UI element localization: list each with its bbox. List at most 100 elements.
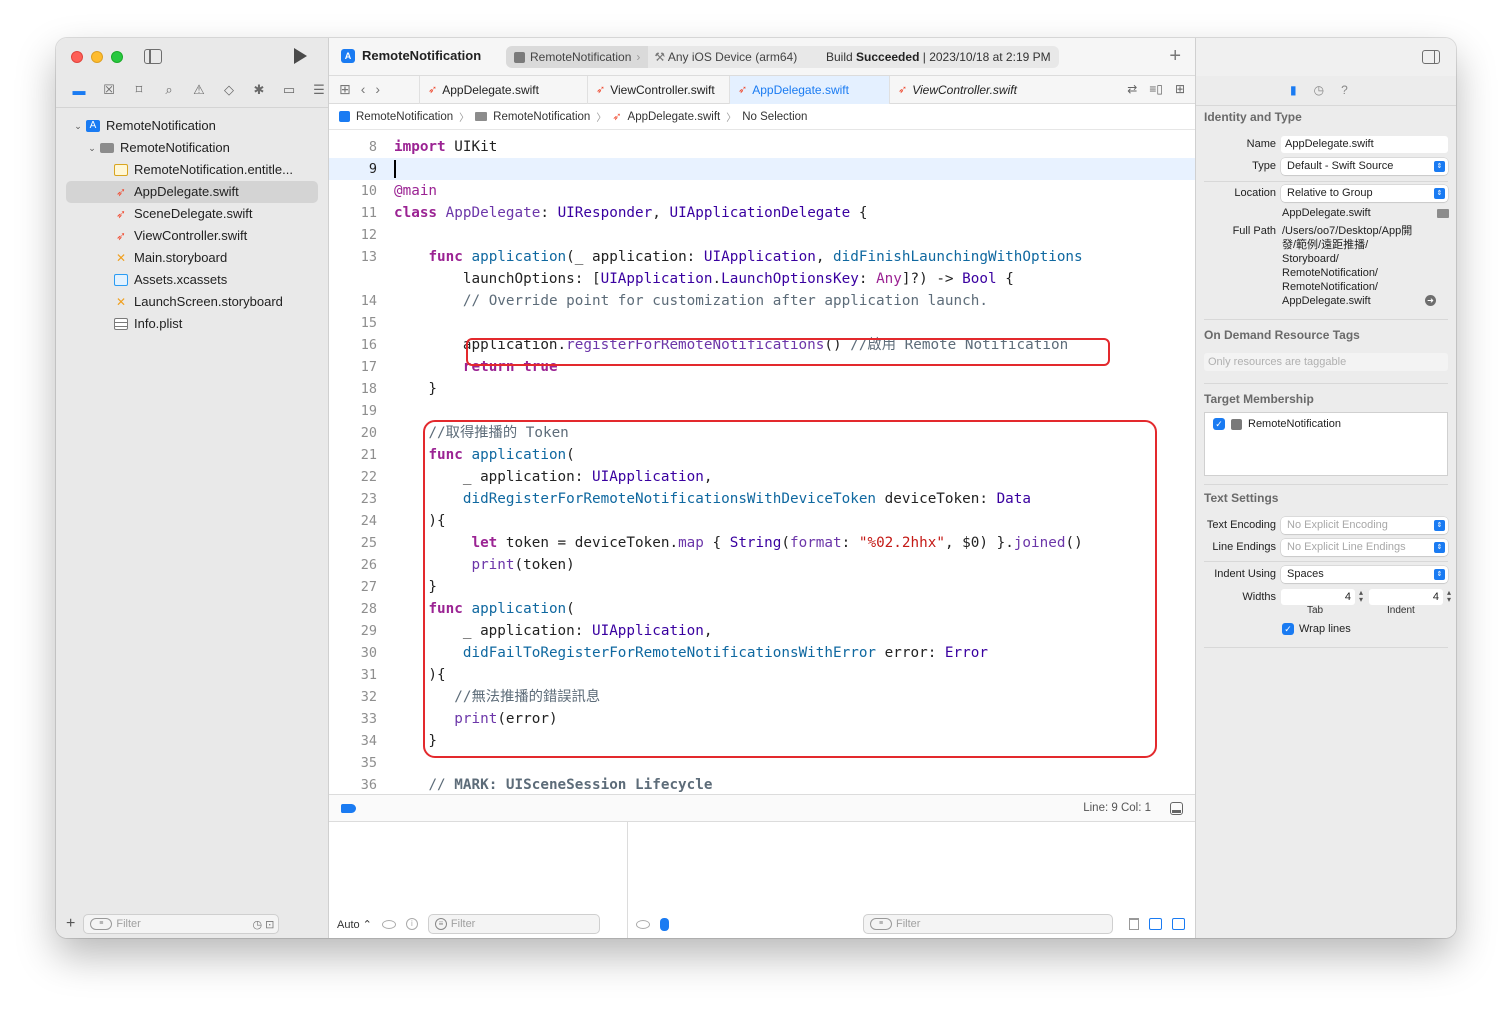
file-tree-item[interactable]: ✕ LaunchScreen.storyboard bbox=[66, 291, 318, 313]
code-line[interactable]: 13 func application(_ application: UIApp… bbox=[329, 246, 1195, 268]
indent-using-popup[interactable]: Spaces ⇕ bbox=[1281, 566, 1448, 583]
folder-icon[interactable] bbox=[1437, 209, 1449, 218]
history-clock-icon[interactable]: ◷ bbox=[1314, 83, 1324, 97]
code-line[interactable]: 11 class AppDelegate: UIResponder, UIAppl… bbox=[329, 202, 1195, 224]
code-line[interactable]: launchOptions: [UIApplication.LaunchOpti… bbox=[329, 268, 1195, 290]
project-navigator-folder-icon[interactable]: ▬ bbox=[64, 80, 94, 100]
file-tree-item[interactable]: ⌄ A RemoteNotification bbox=[66, 115, 318, 137]
file-tree-item[interactable]: ⌄ RemoteNotification bbox=[66, 137, 318, 159]
show-variables-pane-icon[interactable] bbox=[1149, 918, 1162, 930]
editor-options-icon[interactable]: ≡▯ bbox=[1149, 82, 1163, 96]
editor-tab[interactable]: ➶ AppDelegate.swift bbox=[729, 76, 889, 104]
source-control-icon[interactable]: ☒ bbox=[94, 80, 124, 100]
line-endings-popup[interactable]: No Explicit Line Endings ⇕ bbox=[1281, 539, 1448, 556]
toggle-debug-area-icon[interactable] bbox=[1170, 802, 1183, 815]
run-icon[interactable] bbox=[294, 48, 307, 64]
file-inspector-doc-icon[interactable]: ▮ bbox=[1290, 83, 1297, 97]
find-icon[interactable]: ⌕ bbox=[154, 80, 184, 100]
checkbox-checked-icon[interactable]: ✓ bbox=[1213, 418, 1225, 430]
jumpbar-file[interactable]: AppDelegate.swift bbox=[628, 111, 721, 123]
refresh-arrows-icon[interactable]: ⇄ bbox=[1127, 82, 1137, 96]
file-tree-item[interactable]: Assets.xcassets bbox=[66, 269, 318, 291]
file-tree-item[interactable]: ✕ Main.storyboard bbox=[66, 247, 318, 269]
editor-tab[interactable]: ➶ ViewController.swift bbox=[587, 76, 729, 104]
file-tree-item[interactable]: ➶ ViewController.swift bbox=[66, 225, 318, 247]
breakpoints-toggle-icon[interactable] bbox=[341, 804, 356, 813]
odr-tags-field[interactable]: Only resources are taggable bbox=[1204, 353, 1448, 371]
swift-file-icon: ➶ bbox=[612, 111, 622, 123]
code-line[interactable]: 36 // MARK: UISceneSession Lifecycle bbox=[329, 774, 1195, 794]
jumpbar-project[interactable]: RemoteNotification bbox=[356, 111, 453, 123]
close-window-button[interactable] bbox=[71, 51, 83, 63]
related-items-grid-icon[interactable]: ⊞ bbox=[339, 81, 351, 98]
full-path-line: AppDelegate.swift bbox=[1282, 295, 1371, 307]
toggle-inspector-icon[interactable] bbox=[1422, 50, 1440, 64]
jumpbar-selection[interactable]: No Selection bbox=[742, 111, 807, 123]
wrap-lines-row[interactable]: ✓ Wrap lines bbox=[1282, 623, 1351, 635]
code-line[interactable]: 9 bbox=[329, 158, 1195, 180]
jumpbar-group[interactable]: RemoteNotification bbox=[493, 111, 590, 123]
bookmark-icon[interactable]: ⌑ bbox=[124, 80, 154, 100]
trash-icon[interactable] bbox=[1129, 918, 1139, 930]
variables-scope-popup[interactable]: Auto ⌃ bbox=[337, 918, 372, 931]
help-question-icon[interactable]: ? bbox=[1341, 83, 1348, 97]
info-icon[interactable]: i bbox=[405, 918, 418, 930]
divider bbox=[1204, 181, 1448, 182]
file-name-field[interactable]: AppDelegate.swift bbox=[1281, 136, 1448, 153]
disclosure-chevron-icon[interactable]: ⌄ bbox=[72, 115, 84, 137]
destination-selector[interactable]: ⚒ Any iOS Device (arm64) bbox=[648, 50, 797, 64]
checkbox-checked-icon[interactable]: ✓ bbox=[1282, 623, 1294, 635]
chevron-updown-icon: ⇕ bbox=[1434, 542, 1445, 553]
show-console-pane-icon[interactable] bbox=[1172, 918, 1185, 930]
code-line[interactable]: 15 bbox=[329, 312, 1195, 334]
eye-icon[interactable] bbox=[381, 919, 396, 929]
back-icon[interactable]: ‹ bbox=[361, 81, 366, 98]
scheme-app-icon bbox=[514, 51, 525, 63]
add-editor-split-icon[interactable]: ⊞ bbox=[1175, 82, 1185, 96]
file-tree-item[interactable]: ➶ AppDelegate.swift bbox=[66, 181, 318, 203]
console-filter-input[interactable]: ≡ Filter bbox=[863, 914, 1113, 934]
reveal-in-finder-icon[interactable]: ➜ bbox=[1425, 295, 1436, 306]
zoom-window-button[interactable] bbox=[111, 51, 123, 63]
project-navigator: ▬ ☒ ⌑ ⌕ ⚠ ◇ ✱ ▭ ☰ ⌄ A RemoteNotification ⌄ R… bbox=[56, 38, 329, 938]
indent-width-stepper[interactable]: ▴ ▾ bbox=[1444, 589, 1454, 604]
disclosure-chevron-icon[interactable]: ⌄ bbox=[86, 137, 98, 159]
breakpoint-icon[interactable]: ▭ bbox=[274, 80, 304, 100]
file-tree-item[interactable]: RemoteNotification.entitle... bbox=[66, 159, 318, 181]
location-popup[interactable]: Relative to Group ⇕ bbox=[1281, 185, 1448, 202]
code-line[interactable]: 12 bbox=[329, 224, 1195, 246]
file-tree-item[interactable]: Info.plist bbox=[66, 313, 318, 335]
console-output-icon[interactable] bbox=[660, 917, 669, 931]
debug-spray-icon[interactable]: ✱ bbox=[244, 80, 274, 100]
editor-tab[interactable]: ➶ AppDelegate.swift bbox=[419, 76, 587, 104]
source-editor[interactable]: 36 // MARK: UISceneSession Lifecycle 35 34… bbox=[329, 130, 1195, 794]
tab-width-field[interactable]: 4 bbox=[1281, 589, 1355, 605]
file-tree-item[interactable]: ➶ SceneDelegate.swift bbox=[66, 203, 318, 225]
recent-files-clock-icon[interactable]: ◷ ⊡ bbox=[252, 918, 274, 931]
variables-filter-input[interactable]: ≡ Filter bbox=[427, 914, 600, 934]
scheme-selector[interactable]: RemoteNotification › bbox=[506, 46, 649, 68]
forward-icon[interactable]: › bbox=[375, 81, 380, 98]
text-encoding-popup[interactable]: No Explicit Encoding ⇕ bbox=[1281, 517, 1448, 534]
destination-label: Any iOS Device (arm64) bbox=[667, 50, 798, 64]
target-row[interactable]: ✓ RemoteNotification bbox=[1213, 418, 1341, 430]
tab-width-stepper[interactable]: ▴ ▾ bbox=[1356, 589, 1366, 604]
code-line[interactable]: 10 @main bbox=[329, 180, 1195, 202]
eye-icon[interactable] bbox=[636, 919, 650, 929]
toggle-navigator-icon[interactable] bbox=[144, 49, 162, 64]
code-line[interactable]: 19 bbox=[329, 400, 1195, 422]
code-line[interactable]: 14 // Override point for customization a… bbox=[329, 290, 1195, 312]
issue-warning-icon[interactable]: ⚠ bbox=[184, 80, 214, 100]
filter-options-icon[interactable]: ≡ bbox=[90, 918, 113, 930]
add-file-button[interactable]: + bbox=[66, 915, 75, 933]
file-type-popup[interactable]: Default - Swift Source ⇕ bbox=[1281, 158, 1448, 175]
test-diamond-icon[interactable]: ◇ bbox=[214, 80, 244, 100]
add-icon[interactable]: + bbox=[1169, 45, 1181, 68]
editor-tab[interactable]: ➶ ViewController.swift bbox=[889, 76, 1039, 104]
minimize-window-button[interactable] bbox=[91, 51, 103, 63]
code-line[interactable]: 8 import UIKit bbox=[329, 136, 1195, 158]
indent-width-field[interactable]: 4 bbox=[1369, 589, 1443, 605]
navigator-filter-input[interactable]: ≡ Filter ◷ ⊡ bbox=[83, 914, 280, 934]
filter-options-icon[interactable]: ≡ bbox=[870, 918, 892, 930]
code-line[interactable]: 18 } bbox=[329, 378, 1195, 400]
